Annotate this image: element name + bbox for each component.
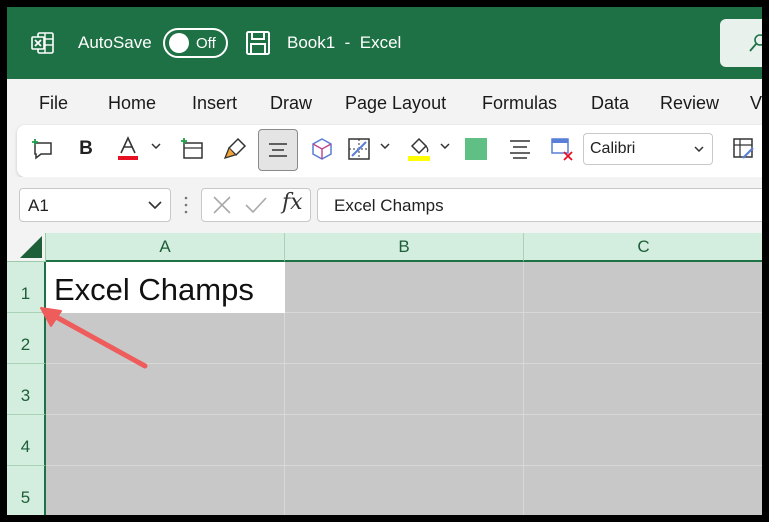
format-cells-icon <box>733 138 754 159</box>
autosave-label: AutoSave <box>78 33 152 52</box>
paint-bucket-icon <box>408 137 430 161</box>
annotation-arrow-icon <box>40 307 148 369</box>
formula-controls: fx <box>201 188 311 222</box>
autosave-state: Off <box>196 35 216 52</box>
title-bar: AutoSave Off Book1 - Excel <box>7 7 762 79</box>
cell-b5[interactable] <box>285 466 524 515</box>
name-box-value: A1 <box>28 196 49 215</box>
align-text-button[interactable] <box>505 134 535 164</box>
insert-cells-button[interactable] <box>177 134 207 164</box>
cube-icon <box>312 138 332 160</box>
tab-home[interactable]: Home <box>108 93 156 114</box>
borders-icon <box>348 138 370 160</box>
x-icon[interactable] <box>212 195 232 215</box>
column-header-c[interactable]: C <box>524 233 762 262</box>
toggle-knob <box>169 33 189 53</box>
format-painter-icon <box>223 137 247 160</box>
format-cells-button[interactable] <box>729 134 759 164</box>
new-comment-icon <box>32 139 52 160</box>
row-header-4[interactable]: 4 <box>7 415 46 466</box>
row-header-5[interactable]: 5 <box>7 466 46 515</box>
center-align-button[interactable] <box>258 129 298 171</box>
tab-insert[interactable]: Insert <box>192 93 237 114</box>
cell-a5[interactable] <box>46 466 285 515</box>
column-header-b[interactable]: B <box>285 233 524 262</box>
insert-function-button[interactable]: fx <box>282 190 303 215</box>
select-all-triangle-icon <box>20 236 42 258</box>
cell-b1[interactable] <box>285 262 524 313</box>
resize-handle-icon[interactable] <box>184 195 188 215</box>
document-title: Book1 - Excel <box>287 33 402 52</box>
formula-value: Excel Champs <box>334 196 444 215</box>
3d-model-button[interactable] <box>307 134 337 164</box>
cell-c3[interactable] <box>524 364 762 415</box>
clear-format-button[interactable] <box>547 134 577 164</box>
excel-window: AutoSave Off Book1 - Excel File Home Ins… <box>7 7 762 515</box>
select-all-button[interactable] <box>7 233 46 262</box>
font-color-button[interactable] <box>113 134 143 164</box>
name-box[interactable]: A1 <box>19 188 171 222</box>
excel-logo-icon[interactable] <box>31 31 55 55</box>
worksheet-grid: A B C 1 2 3 4 5 Excel Champs <box>7 233 762 515</box>
tab-formulas[interactable]: Formulas <box>482 93 557 114</box>
bold-icon: B <box>79 138 93 159</box>
font-color-dropdown-icon[interactable] <box>151 143 161 149</box>
tab-view[interactable]: V <box>750 93 762 114</box>
chevron-down-icon <box>694 146 704 152</box>
tab-data[interactable]: Data <box>591 93 629 114</box>
chevron-down-icon[interactable] <box>148 201 162 209</box>
align-lines-icon <box>510 140 530 159</box>
tab-draw[interactable]: Draw <box>270 93 312 114</box>
save-disk-icon[interactable] <box>245 30 271 56</box>
tab-review[interactable]: Review <box>660 93 719 114</box>
cell-c1[interactable] <box>524 262 762 313</box>
bold-button[interactable]: B <box>71 134 101 164</box>
cell-a4[interactable] <box>46 415 285 466</box>
font-name-select[interactable]: Calibri <box>583 133 713 165</box>
insert-cells-icon <box>181 138 203 159</box>
format-painter-button[interactable] <box>220 134 250 164</box>
search-icon <box>749 34 762 52</box>
borders-dropdown-icon[interactable] <box>380 143 390 149</box>
cell-b3[interactable] <box>285 364 524 415</box>
green-square-icon <box>465 138 487 160</box>
formula-bar: A1 fx Excel Champs <box>7 177 762 233</box>
ribbon-toolbar: B Calibri <box>17 125 762 177</box>
fill-color-dropdown-icon[interactable] <box>440 143 450 149</box>
font-color-icon <box>118 136 138 160</box>
borders-button[interactable] <box>344 134 374 164</box>
tab-file[interactable]: File <box>39 93 68 114</box>
new-comment-button[interactable] <box>27 134 57 164</box>
fill-color-button[interactable] <box>404 134 434 164</box>
cell-b4[interactable] <box>285 415 524 466</box>
font-name-value: Calibri <box>590 140 636 157</box>
autosave-toggle[interactable]: Off <box>163 28 228 58</box>
search-box[interactable] <box>720 19 762 67</box>
cell-b2[interactable] <box>285 313 524 364</box>
cell-c5[interactable] <box>524 466 762 515</box>
center-align-icon <box>269 143 287 157</box>
column-header-a[interactable]: A <box>46 233 285 262</box>
clear-format-icon <box>551 138 573 161</box>
cell-c4[interactable] <box>524 415 762 466</box>
cell-c2[interactable] <box>524 313 762 364</box>
tab-page-layout[interactable]: Page Layout <box>345 93 446 114</box>
check-icon[interactable] <box>244 195 268 215</box>
cell-color-button[interactable] <box>461 134 491 164</box>
ribbon-tabs: File Home Insert Draw Page Layout Formul… <box>7 79 762 125</box>
formula-input[interactable]: Excel Champs <box>317 188 762 222</box>
